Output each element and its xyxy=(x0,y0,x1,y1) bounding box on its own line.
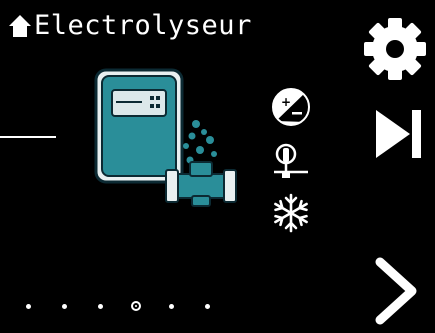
page-indicator xyxy=(26,301,241,311)
page-dot xyxy=(98,303,103,309)
page-dot-active xyxy=(131,301,141,311)
page-dot xyxy=(205,303,210,309)
page-title: Electrolyseur xyxy=(34,10,252,41)
svg-text:+: + xyxy=(281,95,291,109)
page-dot xyxy=(26,303,31,309)
side-indicator-line xyxy=(0,136,56,138)
page-dot xyxy=(169,303,174,309)
plus-minus-icon: + xyxy=(268,84,314,130)
gear-icon[interactable] xyxy=(360,14,430,84)
header: Electrolyseur xyxy=(8,10,252,42)
skip-next-icon[interactable] xyxy=(370,106,426,162)
flow-switch-icon xyxy=(268,136,314,182)
page-dot xyxy=(62,303,67,309)
home-icon[interactable] xyxy=(8,14,32,38)
chevron-right-icon[interactable] xyxy=(372,256,422,326)
electrolyser-illustration xyxy=(92,66,242,214)
snowflake-icon xyxy=(268,190,314,236)
